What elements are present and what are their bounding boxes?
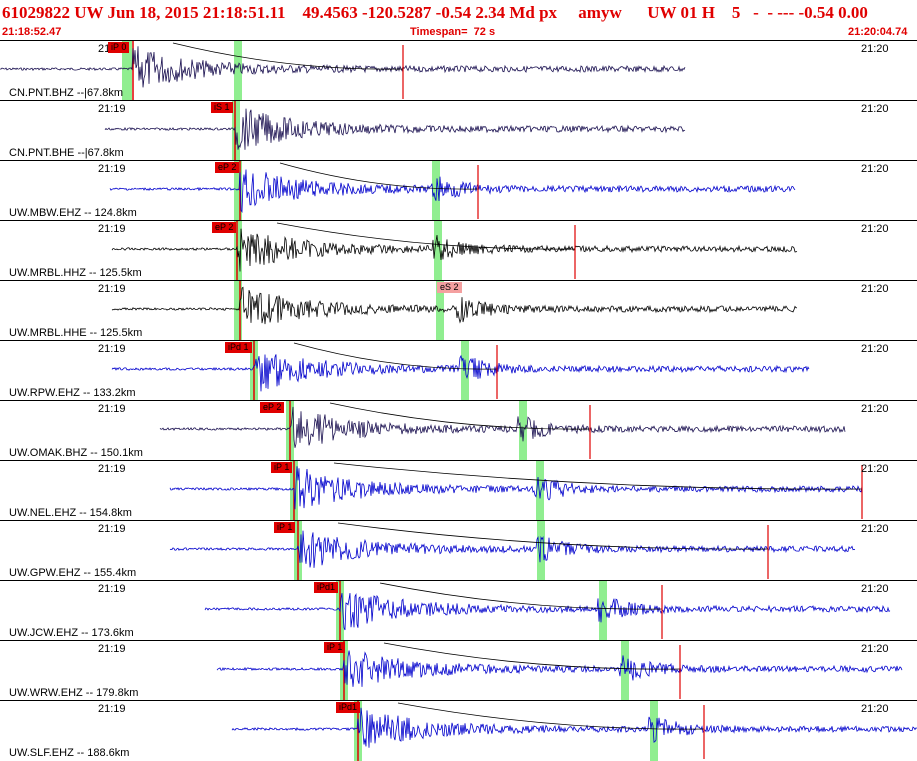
time-tick-right: 21:20 bbox=[861, 283, 889, 295]
time-tick-right: 21:20 bbox=[861, 463, 889, 475]
waveform-trace bbox=[204, 581, 891, 641]
time-window-band bbox=[234, 281, 242, 341]
phase-pick-marker[interactable]: iP 1 bbox=[274, 522, 296, 533]
phase-pick-marker[interactable]: iP 0 bbox=[108, 42, 130, 53]
trace-panel[interactable]: 21:19 21:20 eP 2 UW.MBW.EHZ -- 124.8km bbox=[0, 160, 917, 221]
trace-panel[interactable]: 21:19 21:20 eP 2 UW.OMAK.BHZ -- 150.1km bbox=[0, 400, 917, 461]
waveform-line bbox=[204, 592, 891, 631]
time-window-band bbox=[434, 221, 442, 281]
time-tick-left: 21:19 bbox=[98, 283, 126, 295]
waveform-trace bbox=[111, 341, 810, 401]
time-tick-right: 21:20 bbox=[861, 403, 889, 415]
coda-decay-curve bbox=[333, 462, 863, 490]
time-tick-left: 21:19 bbox=[98, 523, 126, 535]
time-tick-right: 21:20 bbox=[861, 583, 889, 595]
time-tick-left: 21:19 bbox=[98, 583, 126, 595]
waveform-trace bbox=[169, 521, 856, 581]
trace-panel[interactable]: 21:19 21:20 iP 1 UW.WRW.EHZ -- 179.8km bbox=[0, 640, 917, 701]
waveform-line bbox=[111, 228, 798, 272]
waveform-trace bbox=[109, 161, 796, 221]
waveform-line bbox=[216, 650, 903, 687]
trace-panel[interactable]: 21:19 21:20 iPd1 UW.JCW.EHZ -- 173.6km bbox=[0, 580, 917, 641]
waveform-trace bbox=[169, 461, 863, 521]
waveform-trace bbox=[231, 701, 917, 761]
phase-pick-marker[interactable]: iP 1 bbox=[324, 642, 346, 653]
waveform-line bbox=[104, 108, 686, 150]
waveform-line bbox=[109, 169, 796, 213]
trace-panel[interactable]: 21:19 21:20 eP 2 UW.MRBL.HHZ -- 125.5km bbox=[0, 220, 917, 281]
start-time: 21:18:52.47 bbox=[2, 26, 62, 38]
time-window-band bbox=[232, 101, 240, 161]
phase-pick-marker[interactable]: iP 1 bbox=[271, 462, 293, 473]
time-tick-right: 21:20 bbox=[861, 703, 889, 715]
station-label: UW.MBW.EHZ -- 124.8km bbox=[9, 207, 137, 219]
waveform-line bbox=[111, 354, 810, 392]
station-label: UW.GPW.EHZ -- 155.4km bbox=[9, 567, 137, 579]
time-tick-right: 21:20 bbox=[861, 643, 889, 655]
time-tick-right: 21:20 bbox=[861, 163, 889, 175]
time-tick-right: 21:20 bbox=[861, 343, 889, 355]
end-time: 21:20:04.74 bbox=[848, 26, 908, 38]
station-label: CN.PNT.BHZ --|67.8km bbox=[9, 87, 124, 99]
station-label: UW.JCW.EHZ -- 173.6km bbox=[9, 627, 134, 639]
phase-pick-marker[interactable]: iPd1 bbox=[314, 582, 339, 593]
waveform-line bbox=[231, 707, 917, 748]
time-tick-left: 21:19 bbox=[98, 163, 126, 175]
coda-decay-curve bbox=[276, 222, 576, 250]
station-label: UW.OMAK.BHZ -- 150.1km bbox=[9, 447, 143, 459]
phase-pick-marker[interactable]: iS 1 bbox=[211, 102, 233, 113]
waveform-trace bbox=[0, 41, 686, 101]
phase-pick-marker[interactable]: iPd 1 bbox=[225, 342, 252, 353]
trace-panel[interactable]: 21:19 21:20 iP 0 CN.PNT.BHZ --|67.8km bbox=[0, 40, 917, 101]
phase-pick-marker[interactable]: eP 2 bbox=[260, 402, 285, 413]
time-tick-left: 21:19 bbox=[98, 343, 126, 355]
trace-panel[interactable]: 21:19 21:20 iP 1 UW.GPW.EHZ -- 155.4km bbox=[0, 520, 917, 581]
event-title: 61029822 UW Jun 18, 2015 21:18:51.11 49.… bbox=[2, 3, 868, 22]
station-label: UW.MRBL.HHE -- 125.5km bbox=[9, 327, 143, 339]
trace-panel[interactable]: 21:19 21:20 iS 1 CN.PNT.BHE --|67.8km bbox=[0, 100, 917, 161]
time-tick-right: 21:20 bbox=[861, 43, 889, 55]
station-label: CN.PNT.BHE --|67.8km bbox=[9, 147, 124, 159]
time-tick-left: 21:19 bbox=[98, 223, 126, 235]
time-tick-right: 21:20 bbox=[861, 523, 889, 535]
time-tick-left: 21:19 bbox=[98, 403, 126, 415]
trace-panel[interactable]: 21:19 21:20 iP 1 UW.NEL.EHZ -- 154.8km bbox=[0, 460, 917, 521]
waveform-line bbox=[159, 406, 846, 448]
station-label: UW.RPW.EHZ -- 133.2km bbox=[9, 387, 136, 399]
coda-decay-curve bbox=[379, 582, 663, 610]
time-window-band bbox=[461, 341, 469, 401]
time-tick-right: 21:20 bbox=[861, 103, 889, 115]
phase-pick-marker[interactable]: eS 2 bbox=[437, 282, 462, 293]
phase-pick-marker[interactable]: iPd1 bbox=[336, 702, 361, 713]
time-window-band bbox=[536, 461, 544, 521]
timespan-label: Timespan= 72 s bbox=[410, 26, 496, 38]
station-label: UW.WRW.EHZ -- 179.8km bbox=[9, 687, 139, 699]
time-tick-right: 21:20 bbox=[861, 223, 889, 235]
trace-panel[interactable]: 21:19 21:20 iPd 1 UW.RPW.EHZ -- 133.2km bbox=[0, 340, 917, 401]
time-tick-left: 21:19 bbox=[98, 103, 126, 115]
phase-pick-marker[interactable]: eP 2 bbox=[212, 222, 237, 233]
waveform-trace bbox=[104, 101, 686, 161]
seismogram-panels: 21:19 21:20 iP 0 CN.PNT.BHZ --|67.8km 21… bbox=[0, 40, 917, 761]
trace-panel[interactable]: 21:19 21:20 iPd1 UW.SLF.EHZ -- 188.6km bbox=[0, 700, 917, 761]
header-bar: 61029822 UW Jun 18, 2015 21:18:51.11 49.… bbox=[0, 0, 917, 40]
time-tick-left: 21:19 bbox=[98, 703, 126, 715]
time-tick-left: 21:19 bbox=[98, 463, 126, 475]
station-label: UW.MRBL.HHZ -- 125.5km bbox=[9, 267, 142, 279]
trace-panel[interactable]: 21:19 21:20 eS 2 UW.MRBL.HHE -- 125.5km bbox=[0, 280, 917, 341]
time-window-band bbox=[432, 161, 440, 221]
phase-pick-marker[interactable]: eP 2 bbox=[215, 162, 240, 173]
station-label: UW.NEL.EHZ -- 154.8km bbox=[9, 507, 132, 519]
station-label: UW.SLF.EHZ -- 188.6km bbox=[9, 747, 130, 759]
time-tick-left: 21:19 bbox=[98, 643, 126, 655]
